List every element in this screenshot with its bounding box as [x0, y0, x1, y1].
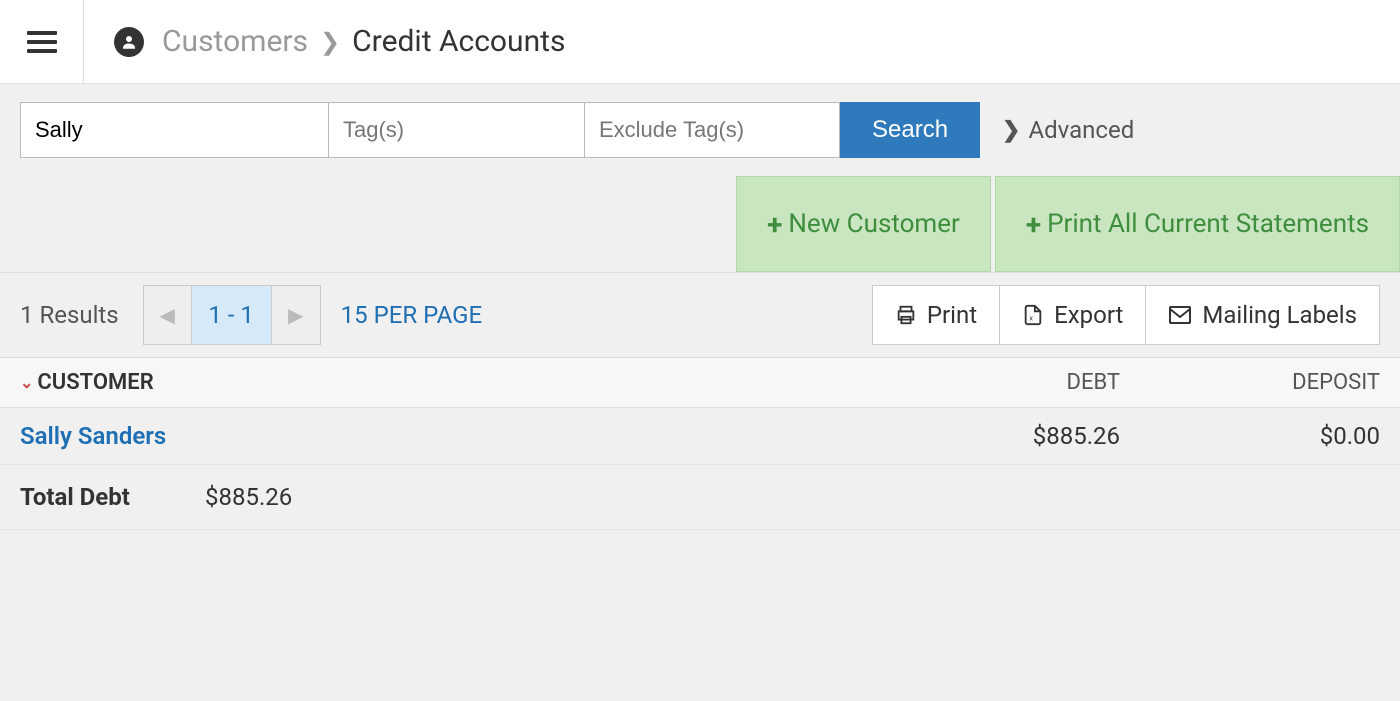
breadcrumb-parent[interactable]: Customers: [162, 24, 308, 59]
breadcrumb-current: Credit Accounts: [352, 24, 565, 59]
pager-next[interactable]: ▶: [272, 286, 320, 344]
pager-current: 1 - 1: [192, 286, 272, 344]
print-label: Print: [927, 301, 977, 329]
per-page-select[interactable]: 15 PER PAGE: [341, 301, 483, 329]
pager: ◀ 1 - 1 ▶: [143, 285, 321, 345]
deposit-value: $0.00: [1120, 422, 1380, 450]
svg-text:x: x: [1029, 314, 1033, 323]
exclude-tag-input[interactable]: [584, 102, 840, 158]
column-customer-label: CUSTOMER: [37, 370, 153, 395]
new-customer-button[interactable]: + New Customer: [736, 176, 991, 272]
debt-value: $885.26: [810, 422, 1120, 450]
advanced-toggle[interactable]: ❯ Advanced: [1002, 116, 1134, 144]
menu-button[interactable]: [0, 0, 84, 83]
print-button[interactable]: Print: [872, 285, 1000, 345]
user-icon: [114, 27, 144, 57]
print-statements-label: Print All Current Statements: [1047, 209, 1369, 239]
customer-link[interactable]: Sally Sanders: [20, 422, 810, 450]
export-button[interactable]: x Export: [999, 285, 1146, 345]
table-header: ⌄ CUSTOMER DEBT DEPOSIT: [0, 358, 1400, 408]
tag-input[interactable]: [328, 102, 584, 158]
sort-desc-icon: ⌄: [20, 373, 33, 392]
search-name-input[interactable]: [20, 102, 328, 158]
results-bar: 1 Results ◀ 1 - 1 ▶ 15 PER PAGE Print x …: [0, 272, 1400, 358]
chevron-right-icon: ❯: [320, 28, 340, 56]
mailing-label: Mailing Labels: [1202, 301, 1357, 329]
advanced-label: Advanced: [1028, 116, 1134, 144]
file-icon: x: [1022, 304, 1044, 326]
mail-icon: [1168, 305, 1192, 325]
search-bar: Search ❯ Advanced: [0, 84, 1400, 176]
total-value: $885.26: [205, 483, 292, 511]
total-label: Total Debt: [20, 483, 205, 511]
new-customer-label: New Customer: [788, 209, 959, 239]
total-row: Total Debt $885.26: [0, 465, 1400, 530]
action-row: + New Customer + Print All Current State…: [0, 176, 1400, 272]
breadcrumb: Customers ❯ Credit Accounts: [84, 24, 565, 59]
print-statements-button[interactable]: + Print All Current Statements: [995, 176, 1400, 272]
top-bar: Customers ❯ Credit Accounts: [0, 0, 1400, 84]
column-debt[interactable]: DEBT: [810, 370, 1120, 395]
column-deposit[interactable]: DEPOSIT: [1120, 370, 1380, 395]
hamburger-icon: [27, 31, 57, 53]
export-label: Export: [1054, 301, 1123, 329]
search-button[interactable]: Search: [840, 102, 980, 158]
chevron-right-icon: ❯: [1002, 118, 1020, 143]
table-row: Sally Sanders $885.26 $0.00: [0, 408, 1400, 465]
toolbar: Print x Export Mailing Labels: [873, 285, 1380, 345]
plus-icon: +: [767, 208, 782, 241]
results-count: 1 Results: [20, 301, 119, 329]
column-customer[interactable]: ⌄ CUSTOMER: [20, 370, 810, 395]
print-icon: [895, 304, 917, 326]
mailing-labels-button[interactable]: Mailing Labels: [1145, 285, 1380, 345]
plus-icon: +: [1026, 208, 1041, 241]
pager-prev[interactable]: ◀: [144, 286, 192, 344]
